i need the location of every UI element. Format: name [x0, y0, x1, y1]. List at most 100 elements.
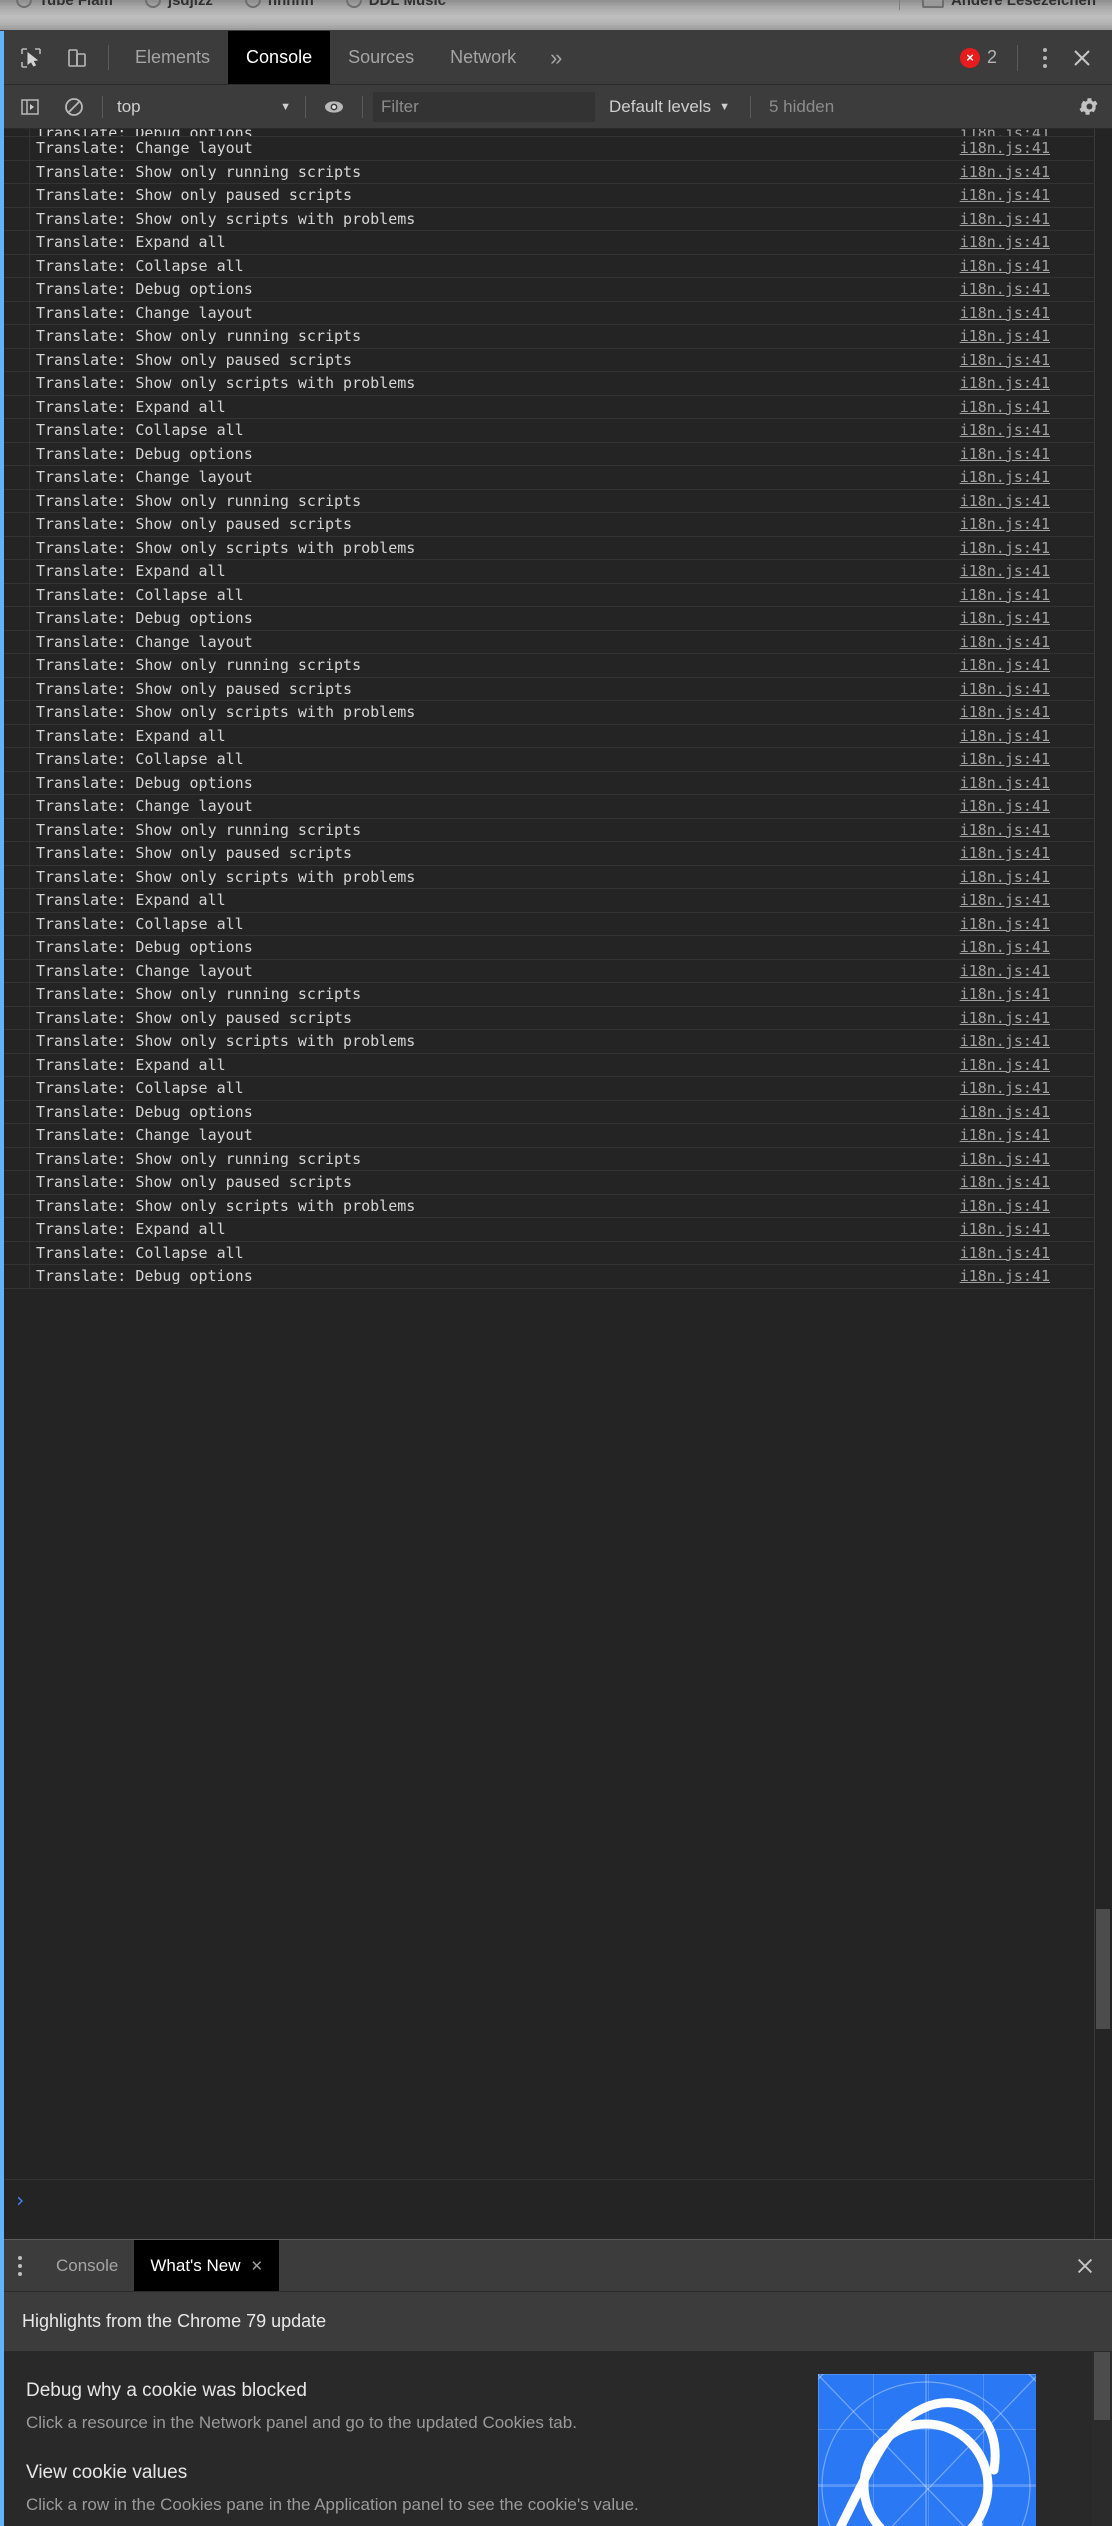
message-source-link[interactable]: i18n.js:41	[960, 1103, 1112, 1121]
message-source-link[interactable]: i18n.js:41	[960, 398, 1112, 416]
console-message-row[interactable]: Translate: Expand all i18n.js:41	[0, 1218, 1112, 1242]
message-source-link[interactable]: i18n.js:41	[960, 727, 1112, 745]
console-message-row[interactable]: Translate: Show only running scripts i18n…	[0, 160, 1112, 184]
device-toolbar-icon[interactable]	[54, 31, 100, 84]
message-source-link[interactable]: i18n.js:41	[960, 1009, 1112, 1027]
clear-console-icon[interactable]	[52, 85, 96, 129]
console-message-row[interactable]: Translate: Show only running scripts i18n…	[0, 654, 1112, 678]
console-message-row[interactable]: Translate: Collapse all i18n.js:41	[0, 1077, 1112, 1101]
message-source-link[interactable]: i18n.js:41	[960, 421, 1112, 439]
console-message-row[interactable]: Translate: Expand all i18n.js:41	[0, 724, 1112, 748]
inspect-cursor-icon[interactable]	[8, 31, 54, 84]
console-message-row[interactable]: Translate: Show only paused scripts i18n.…	[0, 513, 1112, 537]
other-bookmarks-folder[interactable]: Andere Lesezeichen	[906, 0, 1112, 9]
message-source-link[interactable]: i18n.js:41	[960, 915, 1112, 933]
console-message-row[interactable]: Translate: Show only running scripts i18n…	[0, 489, 1112, 513]
message-source-link[interactable]: i18n.js:41	[960, 750, 1112, 768]
console-message-row[interactable]: Translate: Show only scripts with proble…	[0, 1194, 1112, 1218]
console-message-row[interactable]: Translate: Show only running scripts i18n…	[0, 1147, 1112, 1171]
message-source-link[interactable]: i18n.js:41	[960, 1126, 1112, 1144]
console-message-row[interactable]: Translate: Show only paused scripts i18n.…	[0, 184, 1112, 208]
message-source-link[interactable]: i18n.js:41	[960, 1244, 1112, 1262]
message-source-link[interactable]: i18n.js:41	[960, 492, 1112, 510]
message-source-link[interactable]: i18n.js:41	[960, 539, 1112, 557]
bookmark-item[interactable]: Tube Flam	[0, 0, 129, 9]
console-message-row[interactable]: Translate: Show only paused scripts i18n.…	[0, 1006, 1112, 1030]
message-source-link[interactable]: i18n.js:41	[960, 1267, 1112, 1285]
message-source-link[interactable]: i18n.js:41	[960, 1032, 1112, 1050]
message-source-link[interactable]: i18n.js:41	[960, 938, 1112, 956]
drawer-kebab-menu-icon[interactable]	[0, 2240, 40, 2291]
filter-input[interactable]	[373, 91, 595, 122]
console-message-row[interactable]: Translate: Show only scripts with proble…	[0, 1030, 1112, 1054]
drawer-tab-console[interactable]: Console	[40, 2240, 134, 2291]
console-message-row[interactable]: Translate: Change layout i18n.js:41	[0, 1124, 1112, 1148]
message-source-link[interactable]: i18n.js:41	[960, 374, 1112, 392]
message-source-link[interactable]: i18n.js:41	[960, 468, 1112, 486]
gear-icon[interactable]	[1068, 95, 1108, 118]
message-source-link[interactable]: i18n.js:41	[960, 327, 1112, 345]
close-drawer-icon[interactable]	[1058, 2240, 1112, 2291]
message-source-link[interactable]: i18n.js:41	[960, 129, 1112, 136]
console-message-row[interactable]: Translate: Expand all i18n.js:41	[0, 1053, 1112, 1077]
close-devtools-icon[interactable]	[1062, 46, 1102, 70]
console-message-row[interactable]: Translate: Change layout i18n.js:41	[0, 301, 1112, 325]
bookmark-item[interactable]: jsdjizz	[129, 0, 229, 9]
console-scrollbar[interactable]	[1094, 129, 1112, 2239]
message-source-link[interactable]: i18n.js:41	[960, 1220, 1112, 1238]
console-message-row[interactable]: Translate: Show only running scripts i18n…	[0, 325, 1112, 349]
console-message-row[interactable]: Translate: Collapse all i18n.js:41	[0, 912, 1112, 936]
console-message-row[interactable]: Translate: Debug optionsi18n.js:41	[0, 607, 1112, 631]
console-prompt-row[interactable]: ›	[0, 2179, 1112, 2239]
console-message-row[interactable]: Translate: Debug optionsi18n.js:41	[0, 442, 1112, 466]
console-message-row[interactable]: Translate: Change layout i18n.js:41	[0, 466, 1112, 490]
message-source-link[interactable]: i18n.js:41	[960, 656, 1112, 674]
message-source-link[interactable]: i18n.js:41	[960, 1079, 1112, 1097]
message-source-link[interactable]: i18n.js:41	[960, 445, 1112, 463]
console-message-row[interactable]: Translate: Collapse all i18n.js:41	[0, 254, 1112, 278]
console-prompt-input[interactable]	[26, 2188, 1112, 2239]
console-message-row[interactable]: Translate: Show only scripts with proble…	[0, 536, 1112, 560]
message-source-link[interactable]: i18n.js:41	[960, 868, 1112, 886]
tab-elements[interactable]: Elements	[117, 31, 228, 84]
message-source-link[interactable]: i18n.js:41	[960, 1197, 1112, 1215]
message-source-link[interactable]: i18n.js:41	[960, 257, 1112, 275]
message-source-link[interactable]: i18n.js:41	[960, 163, 1112, 181]
console-message-row[interactable]: Translate: Debug optionsi18n.js:41	[0, 771, 1112, 795]
message-source-link[interactable]: i18n.js:41	[960, 515, 1112, 533]
execution-context-select[interactable]: top ▼	[109, 97, 299, 117]
message-source-link[interactable]: i18n.js:41	[960, 1056, 1112, 1074]
console-message-row[interactable]: Translate: Collapse all i18n.js:41	[0, 583, 1112, 607]
console-message-row[interactable]: Translate: Debug optionsi18n.js:41	[0, 278, 1112, 302]
message-source-link[interactable]: i18n.js:41	[960, 680, 1112, 698]
console-message-row[interactable]: Translate: Show only paused scripts i18n.…	[0, 348, 1112, 372]
console-message-row[interactable]: Translate: Collapse all i18n.js:41	[0, 419, 1112, 443]
message-source-link[interactable]: i18n.js:41	[960, 586, 1112, 604]
error-count-badge[interactable]: × 2	[950, 47, 1007, 68]
console-message-row[interactable]: Translate: Debug optionsi18n.js:41	[0, 1100, 1112, 1124]
message-source-link[interactable]: i18n.js:41	[960, 797, 1112, 815]
whats-new-scrollbar[interactable]	[1092, 2352, 1112, 2526]
message-source-link[interactable]: i18n.js:41	[960, 351, 1112, 369]
drawer-tab-whats-new[interactable]: What's New ✕	[134, 2240, 280, 2291]
console-message-row[interactable]: Translate: Debug optionsi18n.js:41	[0, 936, 1112, 960]
console-message-row[interactable]: Translate: Debug optionsi18n.js:41	[0, 129, 1112, 137]
message-source-link[interactable]: i18n.js:41	[960, 562, 1112, 580]
bookmark-item[interactable]: hhhhh	[229, 0, 330, 9]
tab-sources[interactable]: Sources	[330, 31, 432, 84]
message-source-link[interactable]: i18n.js:41	[960, 210, 1112, 228]
message-source-link[interactable]: i18n.js:41	[960, 304, 1112, 322]
message-source-link[interactable]: i18n.js:41	[960, 609, 1112, 627]
console-message-row[interactable]: Translate: Expand all i18n.js:41	[0, 231, 1112, 255]
console-message-row[interactable]: Translate: Collapse all i18n.js:41	[0, 748, 1112, 772]
message-source-link[interactable]: i18n.js:41	[960, 962, 1112, 980]
console-message-row[interactable]: Translate: Change layout i18n.js:41	[0, 795, 1112, 819]
message-source-link[interactable]: i18n.js:41	[960, 233, 1112, 251]
message-source-link[interactable]: i18n.js:41	[960, 280, 1112, 298]
message-source-link[interactable]: i18n.js:41	[960, 821, 1112, 839]
whats-new-scrollbar-thumb[interactable]	[1094, 2352, 1110, 2420]
message-source-link[interactable]: i18n.js:41	[960, 774, 1112, 792]
console-message-row[interactable]: Translate: Change layout i18n.js:41	[0, 630, 1112, 654]
console-message-row[interactable]: Translate: Expand all i18n.js:41	[0, 889, 1112, 913]
console-message-row[interactable]: Translate: Show only scripts with proble…	[0, 207, 1112, 231]
